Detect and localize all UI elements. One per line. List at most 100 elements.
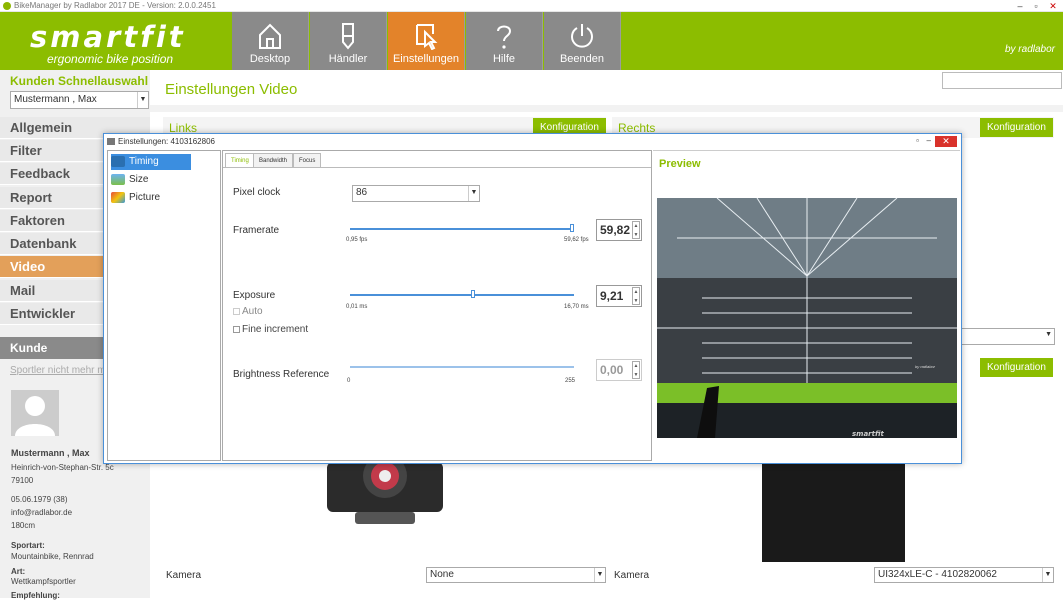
size-icon [111, 174, 125, 185]
window-titlebar: BikeManager by Radlabor 2017 DE - Versio… [0, 0, 1063, 12]
tree-item-label: Size [129, 174, 149, 185]
right-camera-label: Kamera [614, 570, 650, 581]
tab-focus[interactable]: Focus [293, 153, 322, 167]
sportler-link[interactable]: Sportler nicht mehr m [10, 365, 106, 376]
framerate-slider-thumb[interactable] [570, 224, 574, 232]
checkbox-icon [233, 326, 240, 333]
customer-zip: 79100 [11, 476, 34, 485]
pixel-clock-value: 86 [356, 187, 368, 198]
exposure-value: 9,21 [600, 289, 624, 303]
logo-tagline: ergonomic bike position [47, 52, 174, 66]
top-right-select[interactable] [942, 72, 1062, 89]
tab-timing[interactable]: Timing [225, 153, 255, 167]
right-konfiguration-button[interactable]: Konfiguration [980, 118, 1053, 137]
left-camera-select[interactable]: None ▼ [426, 567, 606, 583]
user-silhouette-icon [15, 396, 55, 436]
left-camera-value: None [430, 569, 454, 580]
customer-select-value: Mustermann , Max [14, 94, 97, 105]
tree-item-picture[interactable]: Picture [111, 190, 160, 206]
auto-label: Auto [242, 306, 263, 317]
fine-increment-label: Fine increment [242, 324, 309, 335]
settings-tree: Timing Size Picture [107, 150, 221, 461]
brightness-value: 0,00 [600, 363, 624, 377]
framerate-max: 59,62 fps [564, 237, 589, 243]
power-icon [571, 24, 593, 48]
tree-item-timing[interactable]: Timing [111, 154, 191, 170]
dialog-close-button[interactable]: ✕ [935, 136, 957, 147]
customer-email: info@radlabor.de [11, 508, 73, 517]
customer-height: 180cm [11, 521, 36, 530]
exposure-spinner[interactable]: 9,21 ▲ ▼ [596, 285, 642, 307]
right-camera-select[interactable]: UI324xLE-C - 4102820062 ▼ [874, 567, 1054, 583]
title-divider [150, 105, 1063, 112]
nav-haendler-button[interactable]: Händler [310, 12, 387, 70]
nav-haendler-label: Händler [328, 53, 368, 65]
chevron-down-icon: ▼ [468, 186, 479, 201]
brightness-max: 255 [565, 378, 576, 384]
framerate-value: 59,82 [600, 223, 631, 237]
pixel-clock-label: Pixel clock [233, 187, 281, 198]
spinner-arrows-icon[interactable]: ▲ ▼ [632, 287, 640, 305]
preview-pane: Preview smartfit by radlabor [653, 150, 960, 461]
chevron-down-icon: ▼ [1042, 568, 1053, 582]
right-camera-value: UI324xLE-C - 4102820062 [878, 569, 997, 580]
exposure-slider-thumb[interactable] [471, 290, 475, 298]
tree-item-label: Timing [129, 156, 159, 167]
right-konfiguration-button-2[interactable]: Konfiguration [980, 358, 1053, 377]
home-icon [259, 23, 281, 49]
tab-bandwidth[interactable]: Bandwidth [253, 153, 294, 167]
dialog-title: Einstellungen: 4103162806 [118, 137, 215, 146]
window-title: BikeManager by Radlabor 2017 DE - Versio… [14, 1, 216, 10]
nav-desktop-button[interactable]: Desktop [232, 12, 309, 70]
spinner-arrows-icon[interactable]: ▲ ▼ [632, 361, 640, 379]
brightness-spinner[interactable]: 0,00 ▲ ▼ [596, 359, 642, 381]
dialog-minimize-button[interactable]: – [927, 136, 931, 145]
brightness-min: 0 [347, 378, 351, 384]
settings-icon [107, 138, 115, 145]
minimize-button[interactable]: – [1013, 0, 1027, 12]
logo-brand: smartfit [30, 20, 186, 54]
sportart-label: Sportart: [11, 541, 45, 550]
preview-watermark: by radlabor [915, 364, 936, 369]
empfehlung-label: Empfehlung: [11, 591, 60, 600]
dialog-titlebar: Einstellungen: 4103162806 [104, 134, 961, 151]
auto-checkbox[interactable]: Auto [233, 306, 263, 317]
preview-title: Preview [659, 158, 701, 170]
exposure-slider[interactable] [350, 294, 574, 296]
nav-einstellungen-label: Einstellungen [392, 53, 460, 65]
spinner-arrows-icon[interactable]: ▲ ▼ [632, 221, 640, 239]
maximize-button[interactable]: ▫ [1029, 0, 1043, 12]
chevron-down-icon: ▼ [1045, 331, 1052, 338]
sportart-value: Mountainbike, Rennrad [11, 552, 94, 561]
camera-settings-dialog: Einstellungen: 4103162806 – ▫ ✕ Timing S… [103, 133, 962, 464]
chevron-down-icon: ▼ [137, 92, 148, 108]
nav-hilfe-button[interactable]: Hilfe [466, 12, 543, 70]
preview-border [653, 150, 960, 151]
picture-icon [111, 192, 125, 203]
radlabor-logo: by radlabor [1004, 44, 1055, 55]
quick-select-title: Kunden Schnellauswahl [10, 74, 149, 88]
pixel-clock-select[interactable]: 86 ▼ [352, 185, 480, 202]
customer-select[interactable]: Mustermann , Max ▼ [10, 91, 149, 109]
customer-street: Heinrich-von-Stephan-Str. 5c [11, 463, 114, 472]
pen-icon [342, 23, 354, 50]
framerate-slider[interactable] [350, 228, 574, 230]
right-camera-image [762, 462, 905, 562]
checkbox-icon [233, 308, 240, 315]
settings-pane: Timing Bandwidth Focus Pixel clock 86 ▼ … [222, 150, 652, 461]
framerate-min: 0,95 fps [346, 237, 368, 243]
customer-name: Mustermann , Max [11, 448, 90, 458]
fine-increment-checkbox[interactable]: Fine increment [233, 324, 308, 335]
brightness-slider[interactable] [350, 366, 574, 368]
customer-birth: 05.06.1979 (38) [11, 495, 68, 504]
dialog-maximize-button[interactable]: ▫ [916, 136, 919, 145]
nav-hilfe-label: Hilfe [492, 53, 515, 65]
framerate-spinner[interactable]: 59,82 ▲ ▼ [596, 219, 642, 241]
tree-item-size[interactable]: Size [111, 172, 148, 188]
right-mode-select[interactable]: ▼ [960, 328, 1055, 345]
close-window-button[interactable]: ✕ [1045, 0, 1061, 12]
exposure-min: 0,01 ms [346, 304, 368, 310]
nav-einstellungen-button[interactable]: Einstellungen [388, 12, 465, 70]
nav-beenden-button[interactable]: Beenden [544, 12, 621, 70]
camera-preview-image: smartfit by radlabor [657, 198, 957, 438]
